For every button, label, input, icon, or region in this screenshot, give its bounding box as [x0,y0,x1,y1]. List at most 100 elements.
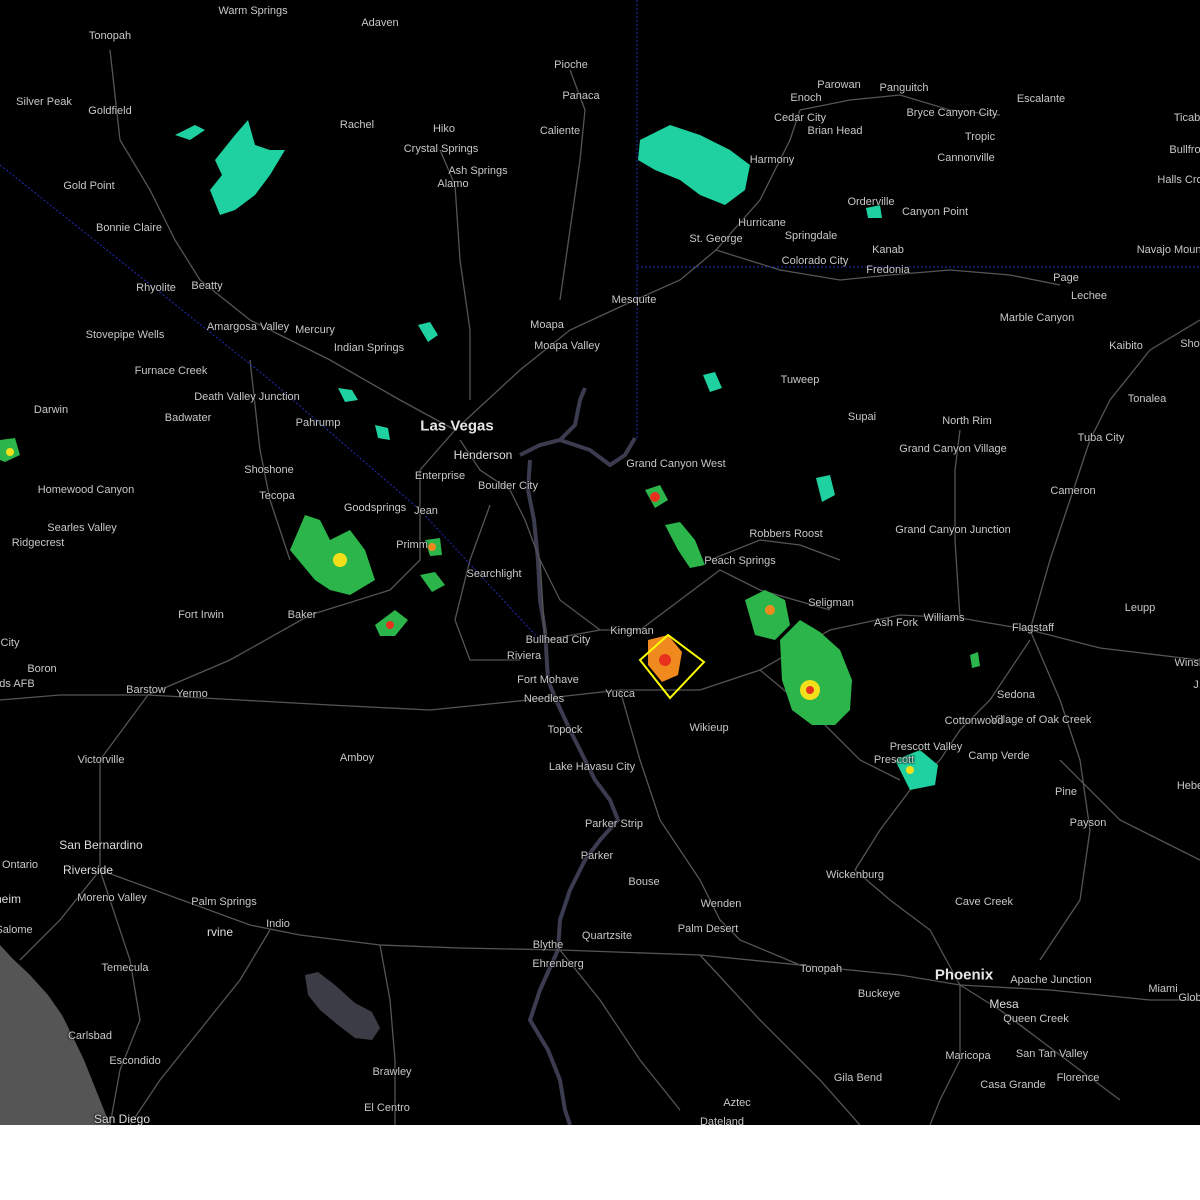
city-label: Page [1053,272,1079,284]
city-label: ds AFB [0,678,35,690]
city-label: Searles Valley [47,522,117,534]
radar-echo-seligman [745,590,790,640]
city-label: Tuba City [1077,432,1125,444]
city-label: Tecopa [259,490,295,502]
city-label: Beatty [191,280,223,292]
city-label: Tonalea [1127,393,1167,405]
radar-echo-small1 [175,125,205,140]
city-label: Pine [1054,786,1078,798]
city-label: Alamo [437,178,469,190]
city-label: El Centro [364,1102,410,1114]
radar-core-10 [428,543,436,551]
city-label: Winsl [1174,657,1200,669]
city-label: Yermo [176,688,208,700]
radar-page: Warm Springs Adaven Tonopah Pioche Panaca Par… [0,0,1200,1200]
city-label: Aztec [723,1097,751,1109]
city-label: heim [0,892,22,906]
city-label: Brawley [372,1066,412,1078]
city-label: Grand Canyon Village [899,443,1007,455]
city-label: Gold Point [63,180,115,192]
city-label: Badwater [164,412,212,424]
city-label: Wickenburg [825,869,885,881]
city-label: Enterprise [414,470,466,482]
city-label: Mesa [989,997,1019,1011]
city-label: Parker Strip [584,818,644,830]
city-label: Flagstaff [1012,622,1054,634]
city-label: Indian Springs [333,342,405,354]
city-label: Robbers Roost [749,528,823,540]
city-label: Crystal Springs [403,143,479,155]
city-label: Miami [1148,983,1178,995]
radar-echo-lv2 [375,425,390,440]
city-label: Ticab [1173,112,1200,124]
city-label: Warm Springs [218,5,288,17]
city-label: Caliente [539,125,581,137]
city-label: Kingman [610,625,654,637]
city-label: Camp Verde [968,750,1030,762]
city-label: Cannonville [937,152,995,164]
city-label: Moapa Valley [534,340,600,352]
city-label: Bullfro [1169,144,1200,156]
city-label: Topock [547,724,583,736]
city-label: Pioche [554,59,588,71]
radar-echo-peach [665,522,705,568]
city-label: Brian Head [807,125,863,137]
city-label: San Bernardino [59,838,143,852]
city-label: Springdale [784,230,838,242]
radar-echo-lv1 [338,388,358,402]
radar-echo-tuweep [703,372,722,392]
city-label: Tonopah [799,963,843,975]
city-label: Stovepipe Wells [85,329,165,341]
city-label: Peach Springs [704,555,776,567]
city-label: Moreno Valley [77,892,147,904]
city-label: Salome [0,924,33,936]
city-label: Supai [847,411,877,423]
city-label: Primm [396,539,428,551]
radar-echo-big [780,620,852,725]
city-label: Buckeye [857,988,901,1000]
city-label: Mesquite [611,294,657,306]
city-label: Grand Canyon West [626,458,726,470]
city-label: Queen Creek [1003,1013,1069,1025]
city-label: St. George [689,233,743,245]
city-label: Orderville [847,196,895,208]
city-label: Sedona [997,689,1035,701]
city-label: Jean [414,505,438,517]
city-label: Gila Bend [833,1072,883,1084]
radar-core-4 [806,686,814,694]
city-label: Hiko [432,123,456,135]
city-label: North Rim [942,415,992,427]
city-label: Glob [1178,992,1200,1004]
city-label: Goldfield [88,105,132,117]
city-label: Fort Irwin [178,609,224,621]
city-label: Death Valley Junction [194,391,300,403]
city-label: Williams [923,612,965,624]
city-label: Rhyolite [136,282,176,294]
city-label: Indio [266,918,290,930]
city-label: Kaibito [1109,340,1143,352]
city-label: Casa Grande [980,1079,1046,1091]
city-label: Apache Junction [1010,974,1092,986]
city-label: Henderson [453,448,513,462]
city-label: Silver Peak [16,96,72,108]
city-label: Shoshone [244,464,294,476]
radar-map[interactable]: Warm Springs Adaven Tonopah Pioche Panaca Par… [0,0,1200,1125]
city-label: Phoenix [934,966,994,984]
city-label: J [1193,679,1199,691]
city-label: Tonopah [88,30,132,42]
city-label: Navajo Mountain [1136,244,1200,256]
salton-sea [305,972,380,1040]
city-label: Bryce Canyon City [906,107,998,119]
city-label: Sho [1180,338,1200,350]
city-label: Panguitch [879,82,929,94]
radar-echo-baker [290,515,375,595]
city-label: Yucca [605,688,635,700]
city-label: Victorville [77,754,125,766]
city-label: Wenden [700,898,742,910]
city-label: Riverside [62,863,114,877]
city-label: Cameron [1050,485,1096,497]
city-label: Bouse [628,876,660,888]
city-label: Ehrenberg [532,958,584,970]
city-label: Prescott Valley [889,741,963,753]
city-label: Bonnie Claire [95,222,163,234]
